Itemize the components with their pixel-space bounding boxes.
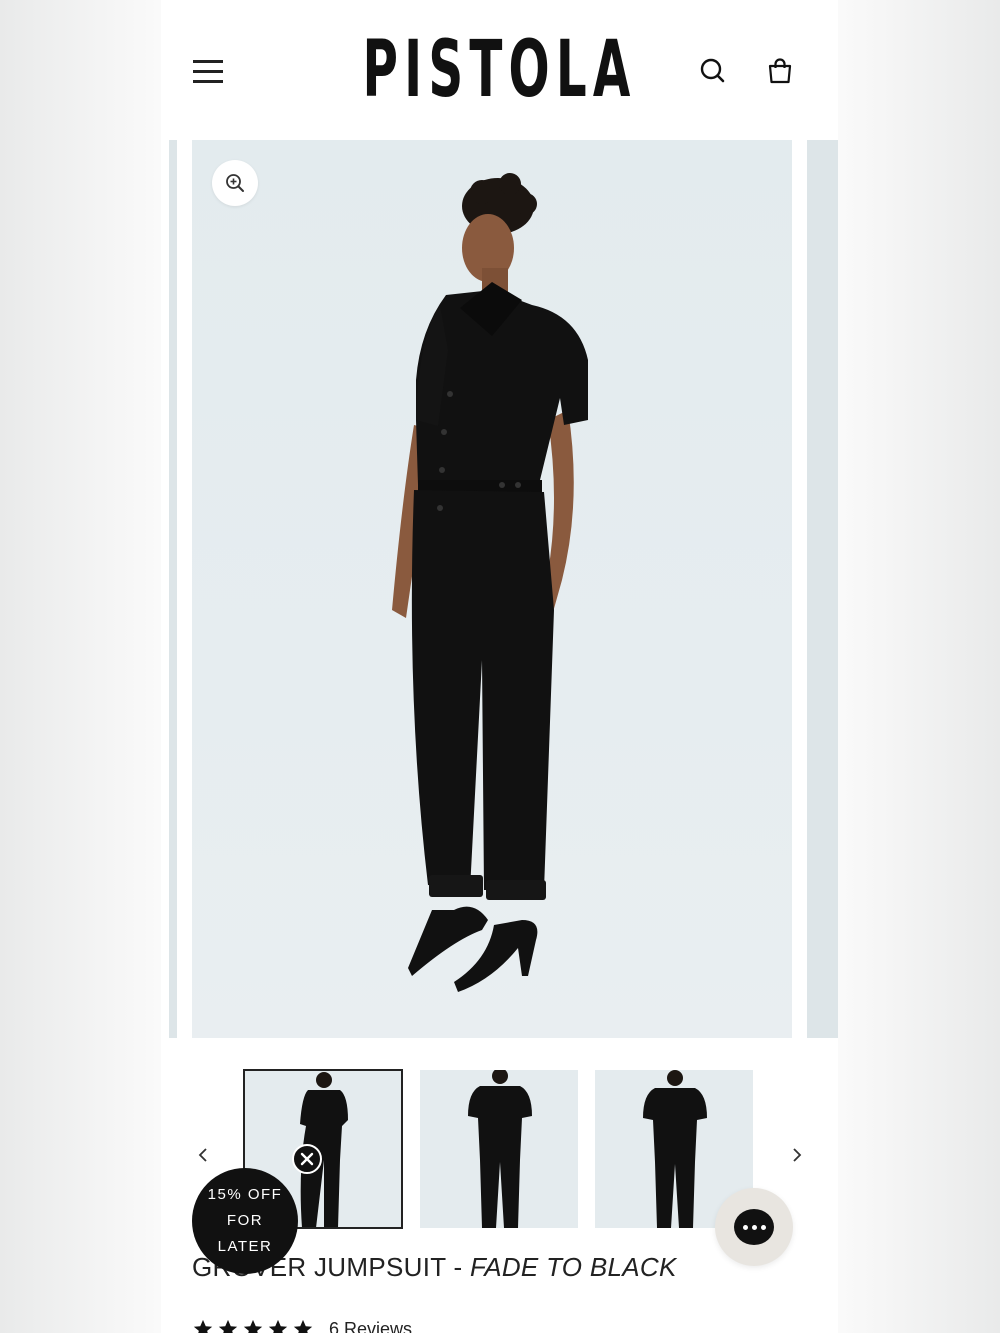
hamburger-menu-icon[interactable] [193,56,223,86]
star-icon [218,1319,238,1333]
promo-line-3: LATER [217,1238,273,1255]
product-main-image[interactable] [192,140,792,1038]
shopping-bag-icon[interactable] [765,56,795,86]
star-icon [268,1319,288,1333]
chevron-left-icon[interactable] [191,1140,215,1170]
search-icon[interactable] [698,56,728,86]
next-slide-edge [807,140,838,1038]
promo-line-2: FOR [226,1212,264,1229]
close-icon[interactable] [292,1144,322,1174]
chat-dots [734,1209,774,1245]
site-logo[interactable]: PISTOLA [290,24,710,116]
model-figure [392,173,588,992]
star-icon [193,1319,213,1333]
star-icon [243,1319,263,1333]
product-variant: FADE TO BLACK [469,1252,677,1282]
reviews-count[interactable]: 6 Reviews [329,1319,412,1333]
previous-slide-edge [169,140,177,1038]
title-separator: - [445,1252,470,1282]
promo-line-1: 15% OFF [207,1186,283,1203]
discount-promo-badge[interactable]: 15% OFF FOR LATER [192,1168,298,1274]
star-icon [293,1319,313,1333]
product-page: PISTOLA GROVER JUMPSUIT - FADE TO BLACK … [161,0,838,1333]
thumbnail-figure [468,1070,532,1228]
zoom-in-icon[interactable] [212,160,258,206]
product-rating[interactable]: 6 Reviews [192,1318,412,1333]
thumbnail-2[interactable] [420,1070,578,1228]
site-header: PISTOLA [161,0,838,140]
chat-bubble-icon[interactable] [715,1188,793,1266]
chevron-right-icon[interactable] [785,1140,809,1170]
